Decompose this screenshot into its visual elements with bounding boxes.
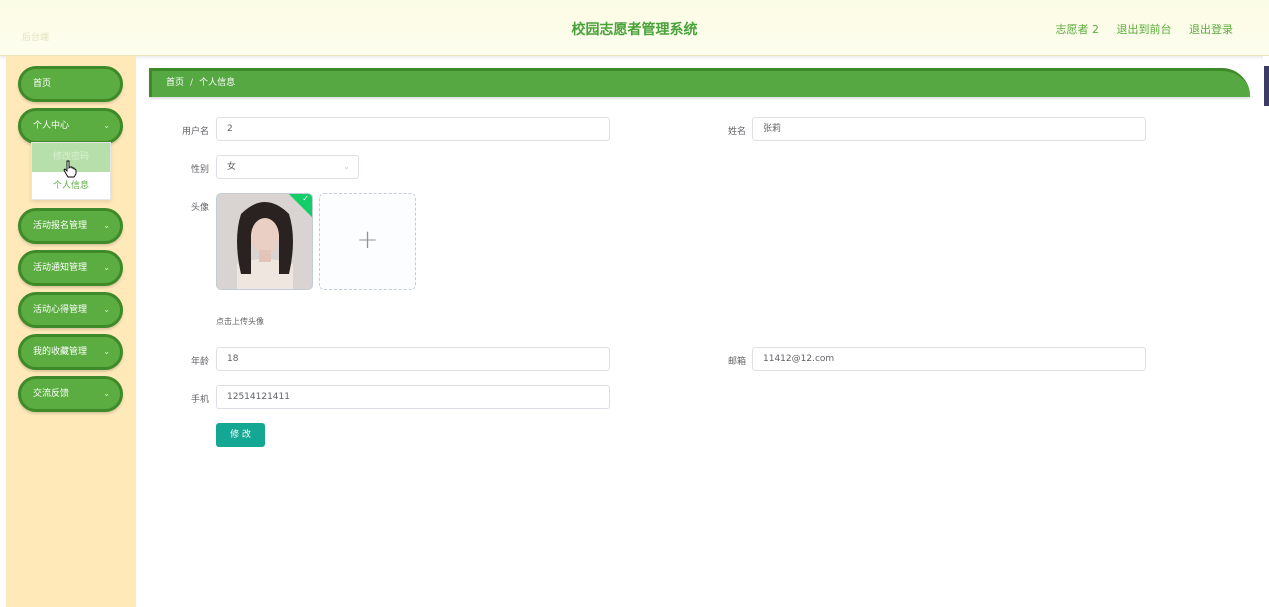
phone-field[interactable]: 12514121411 [216,385,610,409]
scrollbar-track[interactable] [1263,56,1269,607]
plus-icon: + [356,225,379,255]
chevron-down-icon: ⌄ [103,389,110,398]
check-icon: ✓ [302,194,309,203]
sidebar-item-personal-center[interactable]: 个人中心 ⌄ [18,108,123,144]
sidebar-item-activity-experience[interactable]: 活动心得管理 ⌄ [18,292,123,328]
avatar-image[interactable]: ✓ [216,193,313,290]
chevron-down-icon: ⌄ [103,221,110,230]
avatar-upload-button[interactable]: + [319,193,416,290]
portrait-photo [217,194,312,289]
submit-button[interactable]: 修 改 [216,423,265,447]
username-field[interactable]: 2 [216,117,610,141]
chevron-down-icon: ⌄ [103,347,110,356]
sidebar-item-label: 活动报名管理 [33,221,88,231]
hand-cursor-icon [63,160,77,178]
chevron-down-icon: ⌄ [103,263,110,272]
breadcrumb-separator: / [190,78,194,88]
logout-link[interactable]: 退出登录 [1189,23,1233,36]
sidebar: 首页 个人中心 ⌄ 修改密码 个人信息 活动报名管理 ⌄ 活动通知管理 ⌄ 活动… [6,56,136,607]
age-label: 年龄 [190,357,209,367]
chevron-down-icon: ⌄ [103,121,110,130]
sidebar-item-label: 首页 [33,79,52,89]
breadcrumb-current: 个人信息 [199,78,236,88]
gender-select[interactable]: 女 ⌄ [216,155,359,179]
header-actions: 志愿者 2 退出到前台 退出登录 [1042,21,1234,37]
sidebar-item-activity-signup[interactable]: 活动报名管理 ⌄ [18,208,123,244]
age-field[interactable]: 18 [216,347,610,371]
sidebar-item-label: 活动心得管理 [33,305,88,315]
sidebar-item-home[interactable]: 首页 [18,66,123,102]
sidebar-item-label: 活动通知管理 [33,263,88,273]
chevron-down-icon: ⌄ [103,305,110,314]
sidebar-item-feedback[interactable]: 交流反馈 ⌄ [18,376,123,412]
sidebar-item-label: 交流反馈 [33,389,70,399]
breadcrumb: 首页 / 个人信息 [149,68,1250,97]
sidebar-item-label: 我的收藏管理 [33,347,88,357]
exit-to-front-link[interactable]: 退出到前台 [1117,23,1172,36]
sidebar-item-my-favorites[interactable]: 我的收藏管理 ⌄ [18,334,123,370]
gender-label: 性别 [190,165,209,175]
sidebar-item-label: 个人中心 [33,121,70,131]
avatar-upload-hint: 点击上传头像 [216,317,264,326]
phone-label: 手机 [190,395,209,405]
gender-select-value: 女 [227,162,237,172]
chevron-down-icon: ⌄ [343,162,350,171]
email-label: 邮箱 [727,357,746,367]
name-field[interactable]: 张莉 [752,117,1146,141]
breadcrumb-home[interactable]: 首页 [166,78,184,88]
avatar-label: 头像 [190,203,209,213]
current-user[interactable]: 志愿者 2 [1056,23,1100,36]
top-header: 后台端 校园志愿者管理系统 志愿者 2 退出到前台 退出登录 [0,0,1269,56]
name-label: 姓名 [727,127,746,137]
sidebar-item-activity-notice[interactable]: 活动通知管理 ⌄ [18,250,123,286]
username-label: 用户名 [181,127,209,137]
email-field[interactable]: 11412@12.com [752,347,1146,371]
scrollbar-thumb[interactable] [1264,66,1269,106]
